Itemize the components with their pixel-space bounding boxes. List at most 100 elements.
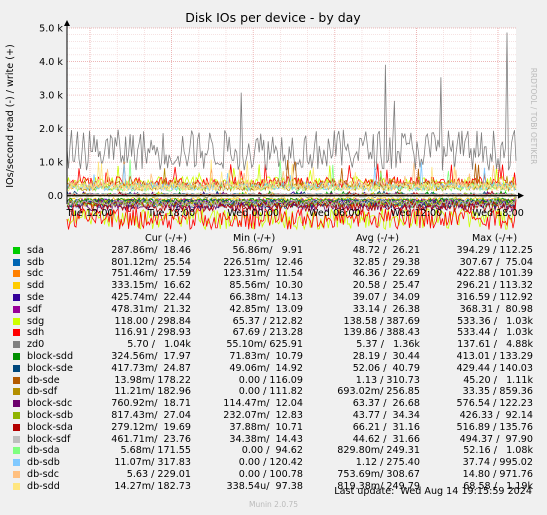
legend-value-cur: 333.15m/ 16.62 <box>111 280 191 292</box>
legend-value-cur: 461.71m/ 23.76 <box>111 433 191 445</box>
x-tick-label: Tue 18:00 <box>147 208 195 219</box>
legend-value-max: 296.21 / 113.32 <box>456 280 533 292</box>
legend-value-avg: 753.69m/ 308.67 <box>337 469 420 480</box>
legend-value-avg: 66.21 / 31.16 <box>352 421 420 433</box>
legend-series-name: sdb <box>27 256 45 268</box>
x-tick-label: Tue 12:00 <box>65 208 113 219</box>
legend-value-min: 66.38m/ 14.13 <box>229 292 303 303</box>
legend-row-sdh: sdh 116.91 / 298.93 67.69 / 213.28 139.86 /… <box>0 327 547 338</box>
legend-value-avg: 139.86 / 388.43 <box>343 327 420 339</box>
legend-value-cur: 417.73m/ 24.87 <box>111 362 191 374</box>
legend-swatch <box>13 364 20 372</box>
legend-swatch <box>13 282 20 290</box>
legend-value-min: 56.86m/ 9.91 <box>232 244 303 256</box>
legend-value-cur: 478.31m/ 21.32 <box>111 303 191 315</box>
legend-value-avg: 829.80m/ 249.31 <box>337 445 420 457</box>
legend-row-block-sdd: block-sdd 324.56m/ 17.97 71.83m/ 10.79 28.1… <box>0 351 547 362</box>
legend-swatch <box>13 258 20 266</box>
legend-row-block-sdf: block-sdf 461.71m/ 23.76 34.38m/ 14.43 44.6… <box>0 434 547 445</box>
legend-value-max: 307.67 / 75.04 <box>459 256 533 268</box>
legend-value-min: 338.54u/ 97.38 <box>226 480 303 492</box>
legend-row-sdd: sdd 333.15m/ 16.62 85.56m/ 10.30 20.58 / 25… <box>0 280 547 291</box>
legend-value-max: 137.61 / 4.88k <box>457 339 533 351</box>
legend-swatch <box>13 376 20 384</box>
legend-row-db-sde: db-sde 13.98m/ 178.22 0.00 / 116.09 1.13 / … <box>0 375 547 386</box>
legend-row-sdc: sdc 751.46m/ 17.59 123.31m/ 11.54 46.36 / 2… <box>0 268 547 279</box>
legend-value-max: 533.36 / 1.03k <box>457 315 533 327</box>
legend-header-max: Max (-/+) <box>472 233 518 244</box>
legend-swatch <box>13 482 20 490</box>
legend-value-cur: 279.12m/ 19.69 <box>111 421 191 433</box>
y-tick-label: 2.0 k <box>39 124 63 135</box>
legend-value-avg: 20.58 / 25.47 <box>352 280 420 292</box>
legend-series-name: block-sdb <box>27 410 74 421</box>
legend-series-name: block-sdf <box>27 433 71 445</box>
legend-value-min: 226.51m/ 12.46 <box>223 256 303 268</box>
y-tick-label: 5.0 k <box>39 24 63 35</box>
legend-value-max: 494.37 / 97.90 <box>459 433 533 445</box>
legend-value-min: 42.85m/ 13.09 <box>229 303 303 315</box>
legend-row-sde: sde 425.74m/ 22.44 66.38m/ 14.13 39.07 / 34… <box>0 292 547 303</box>
legend-value-cur: 801.12m/ 25.54 <box>111 256 191 268</box>
legend-row-sda: sda 287.86m/ 18.46 56.86m/ 9.91 48.72 / 26.… <box>0 245 547 256</box>
legend-series-name: db-sdb <box>27 457 60 469</box>
legend-value-min: 123.31m/ 11.54 <box>223 268 303 280</box>
rrdtool-credit: RRDTOOL / TOBI OETIKER <box>529 68 538 165</box>
legend-row-sdg: sdg 118.00 / 298.84 65.37 / 212.82 138.58 /… <box>0 316 547 327</box>
legend-series-name: db-sdd <box>27 480 60 492</box>
legend-value-avg: 48.72 / 26.21 <box>352 244 420 256</box>
legend-value-max: 422.88 / 101.39 <box>456 268 533 280</box>
legend-value-max: 45.20 / 1.11k <box>463 374 533 386</box>
legend-value-min: 0.00 / 94.62 <box>241 445 303 457</box>
legend-swatch <box>13 388 20 396</box>
legend-value-avg: 28.19 / 30.44 <box>352 351 420 362</box>
legend-value-min: 37.88m/ 10.71 <box>229 421 303 433</box>
legend-value-min: 0.00 / 111.82 <box>238 386 303 398</box>
legend-value-max: 516.89 / 135.76 <box>456 421 533 433</box>
y-axis-arrow <box>64 20 70 26</box>
legend-row-db-sdc: db-sdc 5.63 / 229.01 0.00 / 100.78 753.69m/… <box>0 469 547 480</box>
legend-value-max: 368.31 / 80.98 <box>459 303 533 315</box>
legend-value-avg: 46.36 / 22.69 <box>352 268 420 280</box>
legend-swatch <box>13 447 20 455</box>
legend-value-min: 85.56m/ 10.30 <box>229 280 303 292</box>
legend-value-max: 394.29 / 112.25 <box>456 244 533 256</box>
legend-value-avg: 63.37 / 26.68 <box>352 398 420 410</box>
legend-value-max: 37.74 / 995.02 <box>462 457 533 469</box>
last-update: Last update: Wed Aug 14 19:15:59 2024 <box>334 486 532 497</box>
legend-swatch <box>13 435 20 443</box>
legend-value-min: 49.06m/ 14.92 <box>229 362 303 374</box>
legend-swatch <box>13 400 20 408</box>
legend-swatch <box>13 305 20 313</box>
legend-value-min: 67.69 / 213.28 <box>232 327 303 339</box>
legend-value-cur: 14.27m/ 182.73 <box>114 480 191 492</box>
legend-value-max: 316.59 / 112.92 <box>456 292 533 303</box>
legend-value-cur: 287.86m/ 18.46 <box>111 244 191 256</box>
chart-title: Disk IOs per device - by day <box>185 10 361 25</box>
legend-value-min: 71.83m/ 10.79 <box>229 351 303 362</box>
legend-row-sdb: sdb 801.12m/ 25.54 226.51m/ 12.46 32.85 / 2… <box>0 257 547 268</box>
y-tick-label: 4.0 k <box>39 57 63 68</box>
legend-series-name: sdf <box>27 303 42 315</box>
munin-version: Munin 2.0.75 <box>248 500 299 509</box>
x-tick-label: Wed 12:00 <box>391 208 443 219</box>
legend-swatch <box>13 246 20 254</box>
legend-value-avg: 52.06 / 40.79 <box>352 362 420 374</box>
legend-value-avg: 5.37 / 1.36k <box>356 339 420 351</box>
legend-value-min: 0.00 / 120.42 <box>238 457 303 469</box>
x-tick-label: Wed 00:00 <box>227 208 279 219</box>
y-axis-label: IOs/second read (-) / write (+) <box>5 44 16 188</box>
legend-value-cur: 116.91 / 298.93 <box>114 327 191 339</box>
legend-swatch <box>13 270 20 278</box>
legend-row-block-sdc: block-sdc 760.92m/ 18.71 114.47m/ 12.04 63.… <box>0 398 547 409</box>
legend-value-min: 34.38m/ 14.43 <box>229 433 303 445</box>
legend-series-name: sda <box>27 244 44 256</box>
legend-row-db-sdb: db-sdb 11.07m/ 317.83 0.00 / 120.42 1.12 / … <box>0 457 547 468</box>
legend-swatch <box>13 329 20 337</box>
legend-value-cur: 11.21m/ 182.96 <box>114 386 191 398</box>
legend-value-cur: 5.70 / 1.04k <box>127 339 191 351</box>
legend-value-cur: 324.56m/ 17.97 <box>111 351 191 362</box>
legend-row-db-sdf: db-sdf 11.21m/ 182.96 0.00 / 111.82 693.02m… <box>0 386 547 397</box>
legend-value-avg: 33.14 / 26.38 <box>352 303 420 315</box>
legend-value-cur: 817.43m/ 27.04 <box>111 410 191 421</box>
